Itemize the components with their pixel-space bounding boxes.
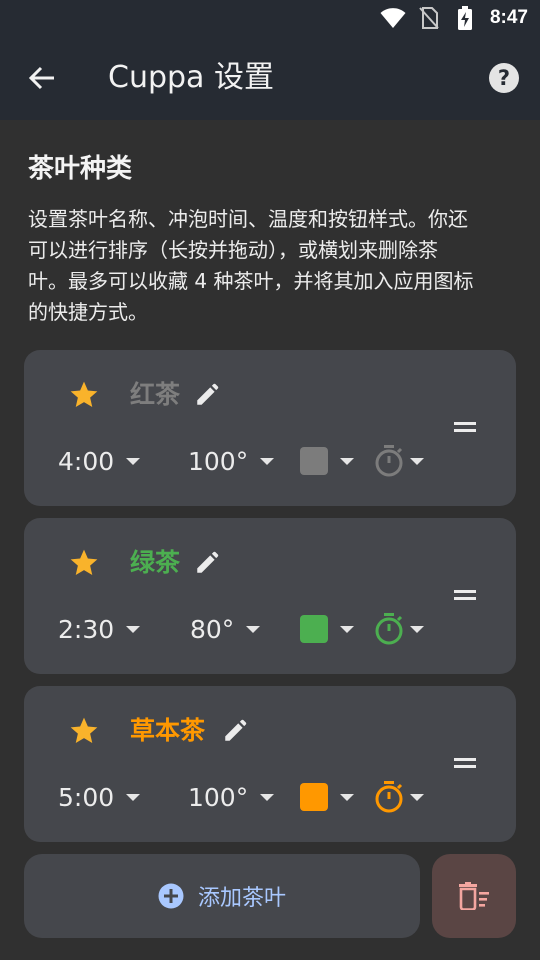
temperature-dropdown[interactable]: 100° [188, 442, 275, 480]
no-sim-icon [416, 6, 442, 30]
color-dropdown[interactable] [300, 610, 354, 648]
button-style-dropdown[interactable] [374, 610, 424, 648]
chevron-down-icon [126, 793, 141, 801]
chevron-down-icon [410, 625, 424, 633]
description-line: 的快捷方式。 [28, 300, 148, 324]
tea-card[interactable]: 绿茶 2:30 80° [24, 518, 516, 674]
chevron-down-icon [340, 457, 354, 465]
color-swatch [300, 615, 328, 643]
svg-text:?: ? [498, 66, 510, 90]
drag-handle[interactable] [450, 748, 480, 778]
timer-icon [375, 445, 403, 477]
page-title: Cuppa 设置 [108, 60, 274, 95]
pencil-icon [197, 383, 219, 405]
temperature-value: 80° [190, 614, 235, 644]
brew-time-dropdown[interactable]: 5:00 [58, 778, 141, 816]
drag-handle-icon [454, 590, 476, 600]
chevron-down-icon [340, 793, 354, 801]
temperature-dropdown[interactable]: 100° [188, 778, 275, 816]
favorite-star-icon[interactable] [66, 545, 102, 581]
description-line: 设置茶叶名称、冲泡时间、温度和按钮样式。你还 [28, 207, 468, 231]
chevron-down-icon [410, 793, 424, 801]
pencil-icon [225, 719, 247, 741]
brew-time-value: 4:00 [58, 446, 115, 476]
tea-card[interactable]: 草本茶 5:00 100° [24, 686, 516, 842]
brew-time-dropdown[interactable]: 2:30 [58, 610, 141, 648]
tea-name: 红茶 [130, 380, 181, 409]
section-description: 设置茶叶名称、冲泡时间、温度和按钮样式。你还 可以进行排序（长按并拖动），或横划… [28, 204, 508, 328]
drag-handle[interactable] [450, 412, 480, 442]
tea-name: 草本茶 [130, 716, 206, 745]
add-tea-button[interactable]: 添加茶叶 [24, 854, 420, 938]
temperature-value: 100° [188, 782, 249, 812]
color-dropdown[interactable] [300, 442, 354, 480]
arrow-left-icon [28, 66, 54, 90]
add-circle-icon [158, 883, 184, 909]
pencil-icon [197, 551, 219, 573]
edit-name-button[interactable] [192, 380, 222, 410]
brew-time-value: 5:00 [58, 782, 115, 812]
status-time: 8:47 [489, 7, 528, 28]
status-bar: 8:47 [0, 0, 540, 36]
section-title: 茶叶种类 [28, 154, 133, 184]
chevron-down-icon [260, 457, 275, 465]
help-button[interactable]: ? [484, 58, 524, 98]
brew-time-dropdown[interactable]: 4:00 [58, 442, 141, 480]
button-style-dropdown[interactable] [374, 442, 424, 480]
edit-name-button[interactable] [192, 548, 222, 578]
button-style-dropdown[interactable] [374, 778, 424, 816]
chevron-down-icon [340, 625, 354, 633]
battery-charging-icon [452, 6, 478, 30]
edit-name-button[interactable] [220, 716, 250, 746]
app-bar: Cuppa 设置 ? [0, 36, 540, 120]
timer-icon [375, 781, 403, 813]
description-line: 叶。最多可以收藏 4 种茶叶，并将其加入应用图标 [28, 269, 474, 293]
delete-sweep-icon [459, 882, 489, 910]
chevron-down-icon [260, 793, 275, 801]
color-swatch [300, 783, 328, 811]
chevron-down-icon [246, 625, 261, 633]
temperature-value: 100° [188, 446, 249, 476]
help-icon: ? [489, 63, 519, 93]
tea-name: 绿茶 [130, 548, 181, 577]
temperature-dropdown[interactable]: 80° [190, 610, 261, 648]
delete-button[interactable] [432, 854, 516, 938]
description-line: 可以进行排序（长按并拖动），或横划来删除茶 [28, 238, 438, 262]
chevron-down-icon [126, 625, 141, 633]
color-swatch [300, 447, 328, 475]
color-dropdown[interactable] [300, 778, 354, 816]
brew-time-value: 2:30 [58, 614, 115, 644]
favorite-star-icon[interactable] [66, 713, 102, 749]
chevron-down-icon [410, 457, 424, 465]
drag-handle[interactable] [450, 580, 480, 610]
timer-icon [375, 613, 403, 645]
drag-handle-icon [454, 422, 476, 432]
add-tea-label: 添加茶叶 [197, 886, 286, 911]
drag-handle-icon [454, 758, 476, 768]
tea-card[interactable]: 红茶 4:00 100° [24, 350, 516, 506]
back-button[interactable] [22, 58, 62, 98]
wifi-icon [380, 6, 406, 30]
favorite-star-icon[interactable] [66, 377, 102, 413]
chevron-down-icon [126, 457, 141, 465]
